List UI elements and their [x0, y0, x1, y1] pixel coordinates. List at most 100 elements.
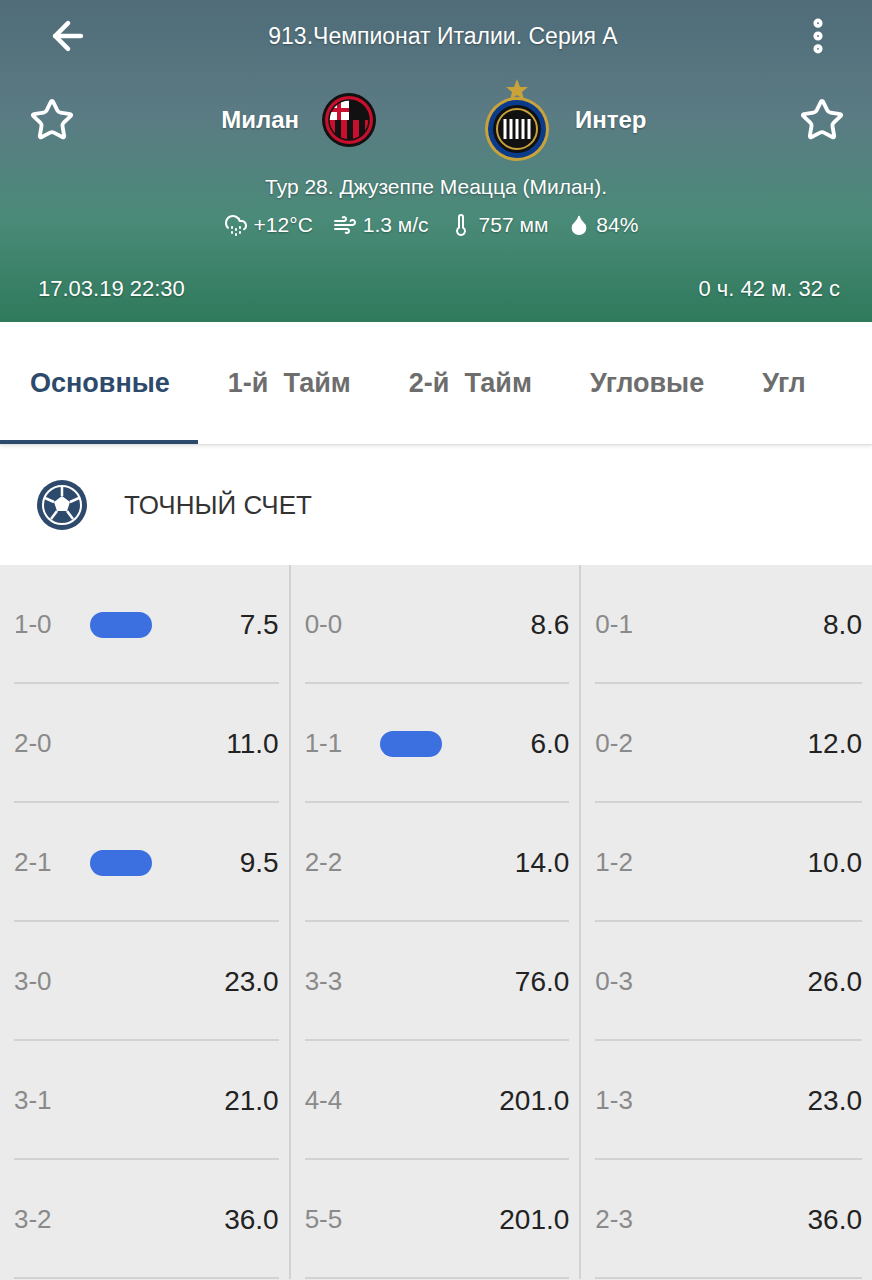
- odds-value: 36.0: [807, 1204, 862, 1236]
- score-cell-content: 1-1 6.0: [305, 696, 570, 803]
- cloud-rain-icon: [224, 213, 248, 237]
- score-cell[interactable]: 1-0 7.5: [0, 565, 291, 684]
- score-cell-content: 3-121.0: [14, 1053, 279, 1160]
- home-team-name: Милан: [149, 106, 299, 134]
- odds-value: 10.0: [807, 847, 862, 879]
- score-cell-content: 5-5 201.0: [305, 1172, 570, 1279]
- odds-value: 7.5: [240, 609, 279, 641]
- score-cell-content: 2-3 36.0: [595, 1172, 862, 1279]
- score-grid: 1-07.50-08.60-18.02-011.01-16.00-212.02-…: [0, 565, 872, 1280]
- score-cell[interactable]: 0-1 8.0: [581, 565, 872, 684]
- arrow-left-icon: [46, 14, 90, 58]
- tab[interactable]: 1-й Тайм: [198, 322, 379, 444]
- home-favorite-button[interactable]: [28, 96, 76, 144]
- match-header: 913.Чемпионат Италии. Серия А Милан Интер Т…: [0, 0, 872, 322]
- score-cell[interactable]: 3-121.0: [0, 1041, 291, 1160]
- score-cell[interactable]: 3-0 23.0: [0, 922, 291, 1041]
- marker: [380, 731, 442, 757]
- score-label: 2-1: [14, 847, 52, 878]
- score-label: 1-2: [595, 847, 633, 878]
- pressure: 757 мм: [449, 213, 549, 237]
- score-cell[interactable]: 2-1 9.5: [0, 803, 291, 922]
- odds-value: 6.0: [530, 728, 569, 760]
- score-cell[interactable]: 0-08.6: [291, 565, 582, 684]
- odds-value: 8.6: [530, 609, 569, 641]
- tab[interactable]: Угл: [732, 322, 834, 444]
- weather-line: +12°C1.3 м/с757 мм84%: [0, 206, 872, 244]
- tab-bar: Основные1-й Тайм2-й ТаймУгловыеУгл: [0, 322, 872, 445]
- thermometer-icon: [449, 213, 473, 237]
- odds-value: 201.0: [499, 1204, 569, 1236]
- wind-icon: [333, 213, 357, 237]
- away-favorite-button[interactable]: [798, 96, 846, 144]
- score-cell[interactable]: 3-376.0: [291, 922, 582, 1041]
- score-label: 3-0: [14, 966, 52, 997]
- score-label: 0-3: [595, 966, 633, 997]
- score-label: 2-0: [14, 728, 52, 759]
- venue-line: Тур 28. Джузеппе Меацца (Милан).: [0, 168, 872, 206]
- menu-button[interactable]: [794, 12, 842, 60]
- score-label: 1-3: [595, 1085, 633, 1116]
- score-cell[interactable]: 5-5 201.0: [291, 1160, 582, 1279]
- odds-value: 23.0: [224, 966, 279, 998]
- score-cell[interactable]: 0-212.0: [581, 684, 872, 803]
- score-cell-content: 1-2 10.0: [595, 815, 862, 922]
- more-vertical-icon: [796, 14, 840, 58]
- countdown: 0 ч. 42 м. 32 с: [698, 276, 840, 302]
- score-label: 0-2: [595, 728, 633, 759]
- marker: [90, 850, 152, 876]
- score-cell[interactable]: 1-2 10.0: [581, 803, 872, 922]
- teams-row: Милан Интер: [0, 72, 872, 168]
- back-button[interactable]: [44, 12, 92, 60]
- score-label: 1-1: [305, 728, 343, 759]
- tab[interactable]: 2-й Тайм: [379, 322, 560, 444]
- score-label: 0-1: [595, 609, 633, 640]
- marker: [90, 612, 152, 638]
- score-cell[interactable]: 2-3 36.0: [581, 1160, 872, 1279]
- score-label: 5-5: [305, 1204, 343, 1235]
- score-label: 1-0: [14, 609, 52, 640]
- home-team-logo: [321, 88, 377, 152]
- odds-value: 14.0: [515, 847, 570, 879]
- droplet-icon: [568, 214, 590, 236]
- score-cell-content: 2-0 11.0: [14, 696, 279, 803]
- score-cell-content: 0-08.6: [305, 577, 570, 684]
- score-cell[interactable]: 1-323.0: [581, 1041, 872, 1160]
- score-cell[interactable]: 2-0 11.0: [0, 684, 291, 803]
- time-row: 17.03.19 22:30 0 ч. 42 м. 32 с: [0, 276, 872, 322]
- market-title: ТОЧНЫЙ СЧЕТ: [124, 490, 312, 521]
- score-cell-content: 0-212.0: [595, 696, 862, 803]
- tab[interactable]: Угловые: [560, 322, 732, 444]
- soccer-ball-icon: [36, 479, 88, 531]
- odds-value: 201.0: [499, 1085, 569, 1117]
- market-header: ТОЧНЫЙ СЧЕТ: [0, 445, 872, 565]
- match-datetime: 17.03.19 22:30: [38, 276, 185, 302]
- score-cell-content: 3-236.0: [14, 1172, 279, 1279]
- score-cell[interactable]: 3-236.0: [0, 1160, 291, 1279]
- score-cell[interactable]: 0-326.0: [581, 922, 872, 1041]
- tab[interactable]: Основные: [0, 322, 198, 444]
- milan-logo-icon: [321, 88, 377, 152]
- odds-value: 76.0: [515, 966, 570, 998]
- odds-value: 36.0: [224, 1204, 279, 1236]
- score-cell-content: 2-214.0: [305, 815, 570, 922]
- away-team-logo: [481, 77, 553, 163]
- star-icon: [799, 97, 845, 143]
- venue-text: Тур 28. Джузеппе Меацца (Милан).: [265, 175, 607, 199]
- score-cell[interactable]: 1-1 6.0: [291, 684, 582, 803]
- top-bar: 913.Чемпионат Италии. Серия А: [0, 0, 872, 72]
- score-cell[interactable]: 4-4 201.0: [291, 1041, 582, 1160]
- away-team-name: Интер: [575, 106, 725, 134]
- odds-value: 8.0: [823, 609, 862, 641]
- score-label: 4-4: [305, 1085, 343, 1116]
- score-cell-content: 1-0 7.5: [14, 577, 279, 684]
- match-page: 913.Чемпионат Италии. Серия А Милан Интер Т…: [0, 0, 872, 1280]
- score-cell[interactable]: 2-214.0: [291, 803, 582, 922]
- odds-value: 9.5: [240, 847, 279, 879]
- odds-value: 11.0: [226, 728, 278, 760]
- score-label: 2-3: [595, 1204, 633, 1235]
- temperature: +12°C: [224, 213, 313, 237]
- score-cell-content: 0-326.0: [595, 934, 862, 1041]
- humidity: 84%: [568, 213, 638, 237]
- score-cell-content: 1-323.0: [595, 1053, 862, 1160]
